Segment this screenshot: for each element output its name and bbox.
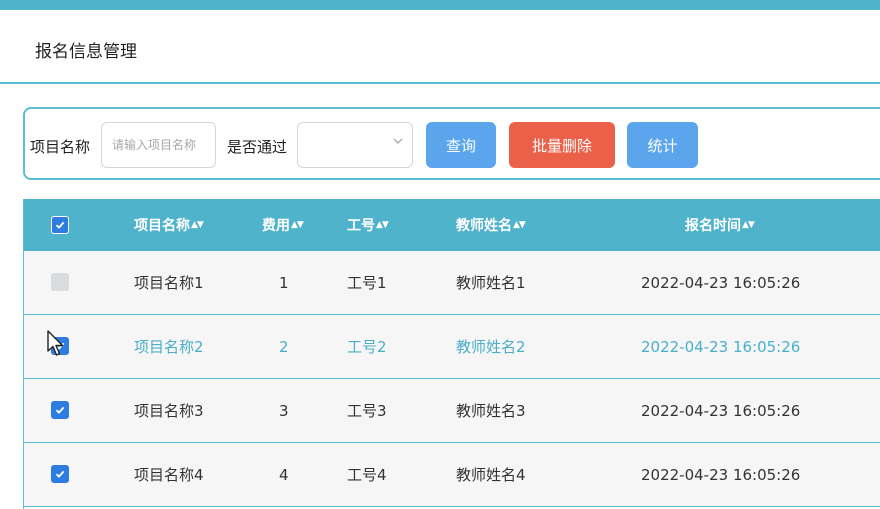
stats-button[interactable]: 统计 [627,122,698,168]
th-project-name[interactable]: 项目名称 ▲▼ [134,199,204,251]
table-row[interactable]: 项目名称1 1 工号1 教师姓名1 2022-04-23 16:05:26 [24,251,880,315]
cell-register-time: 2022-04-23 16:05:26 [641,465,801,484]
th-teacher-name[interactable]: 教师姓名 ▲▼ [456,199,526,251]
cell-job-no: 工号1 [347,274,387,292]
cell-teacher-name: 教师姓名2 [456,338,526,356]
check-icon [55,221,65,229]
th-job-no-label: 工号 [347,218,375,234]
sort-arrows-icon: ▲▼ [291,220,304,230]
th-project-name-label: 项目名称 [134,218,190,234]
sort-arrows-icon: ▲▼ [376,220,389,230]
th-teacher-name-label: 教师姓名 [456,218,512,234]
row-checkbox[interactable] [51,401,69,419]
cell-fee: 2 [279,337,289,356]
cell-project-name: 项目名称2 [134,338,204,356]
passed-select[interactable] [297,122,413,168]
table-row[interactable]: 项目名称3 3 工号3 教师姓名3 2022-04-23 16:05:26 [24,379,880,443]
table-row[interactable]: 项目名称4 4 工号4 教师姓名4 2022-04-23 16:05:26 [24,443,880,507]
cell-register-time: 2022-04-23 16:05:26 [641,273,801,292]
project-name-input[interactable] [101,122,216,168]
page-header: 报名信息管理 [0,10,880,84]
cell-job-no: 工号2 [347,338,387,356]
cell-teacher-name: 教师姓名4 [456,466,526,484]
batch-delete-button[interactable]: 批量删除 [509,122,615,168]
row-checkbox[interactable] [51,273,69,291]
th-register-time-label: 报名时间 [685,218,741,234]
cell-project-name: 项目名称4 [134,466,204,484]
mouse-pointer-icon [47,330,64,356]
project-name-label: 项目名称 [30,138,91,156]
cell-register-time: 2022-04-23 16:05:26 [641,337,801,356]
cell-fee: 1 [279,273,289,292]
cell-register-time: 2022-04-23 16:05:26 [641,401,801,420]
table-header: 项目名称 ▲▼ 费用 ▲▼ 工号 ▲▼ 教师姓名 ▲▼ 报名时间 ▲▼ [24,199,880,251]
th-job-no[interactable]: 工号 ▲▼ [347,199,389,251]
cell-fee: 4 [279,465,289,484]
check-icon [55,406,65,414]
th-register-time[interactable]: 报名时间 ▲▼ [685,199,755,251]
page-title: 报名信息管理 [35,42,137,62]
registration-table: 项目名称 ▲▼ 费用 ▲▼ 工号 ▲▼ 教师姓名 ▲▼ 报名时间 ▲▼ 项目名称1 1 工… [23,199,880,509]
cell-job-no: 工号4 [347,466,387,484]
query-button[interactable]: 查询 [426,122,496,168]
row-checkbox[interactable] [51,465,69,483]
check-icon [55,470,65,478]
cell-job-no: 工号3 [347,402,387,420]
th-fee[interactable]: 费用 ▲▼ [262,199,304,251]
top-accent-bar [0,0,880,10]
th-fee-label: 费用 [262,218,290,234]
select-all-checkbox[interactable] [51,216,69,234]
sort-arrows-icon: ▲▼ [742,220,755,230]
cell-fee: 3 [279,401,289,420]
passed-label: 是否通过 [227,138,288,156]
cell-project-name: 项目名称3 [134,402,204,420]
chevron-down-icon [393,135,403,149]
cell-teacher-name: 教师姓名1 [456,274,526,292]
sort-arrows-icon: ▲▼ [513,220,526,230]
cell-project-name: 项目名称1 [134,274,204,292]
sort-arrows-icon: ▲▼ [191,220,204,230]
cell-teacher-name: 教师姓名3 [456,402,526,420]
table-row[interactable]: 项目名称2 2 工号2 教师姓名2 2022-04-23 16:05:26 [24,315,880,379]
